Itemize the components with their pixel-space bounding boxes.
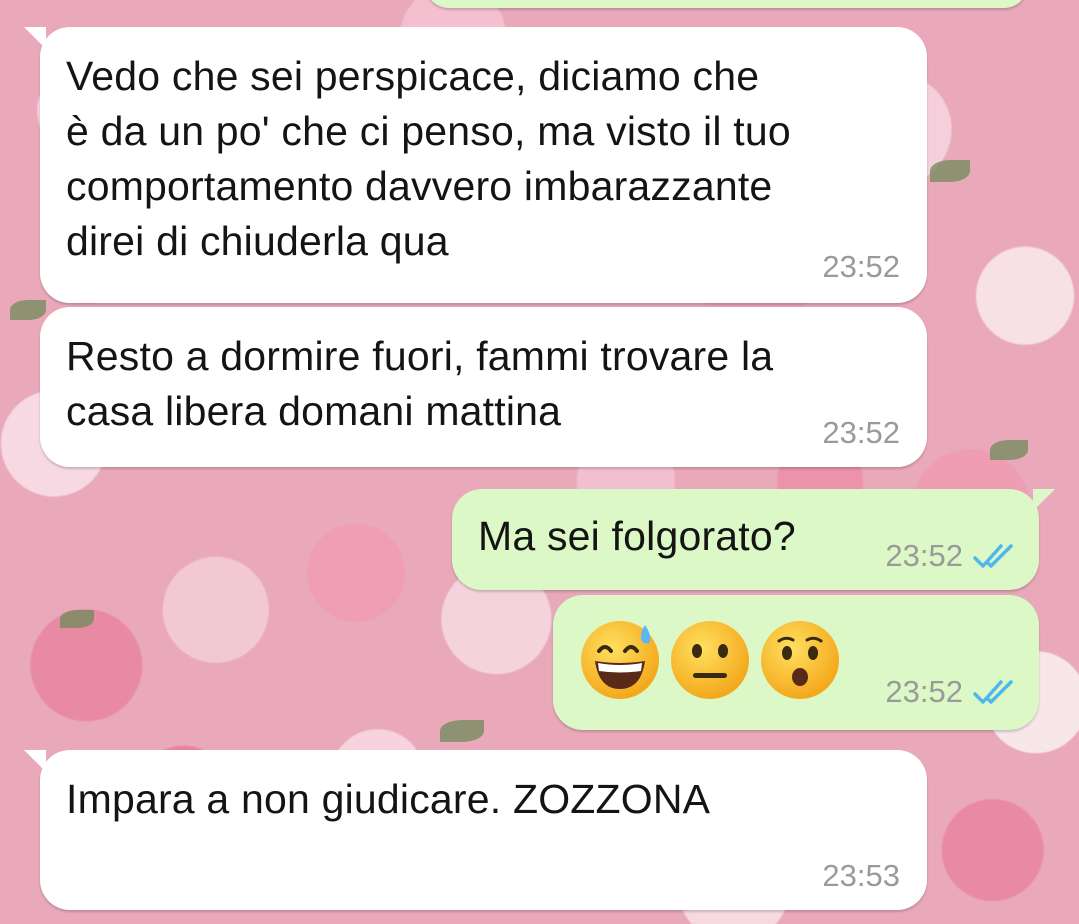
message-bubble-outgoing-partial[interactable] xyxy=(425,0,1028,8)
message-bubble-outgoing[interactable]: 23:52 xyxy=(553,595,1039,730)
double-check-icon xyxy=(973,680,1013,704)
message-time: 23:52 xyxy=(822,249,900,284)
message-bubble-incoming[interactable]: Impara a non giudicare. ZOZZONA 23:53 xyxy=(24,750,927,910)
message-bubble-incoming[interactable]: Vedo che sei perspicace, diciamo che è d… xyxy=(24,27,927,303)
grinning-face-with-sweat-icon xyxy=(581,621,659,699)
message-bubble-outgoing[interactable]: Ma sei folgorato? 23:52 xyxy=(452,489,1055,590)
double-check-icon xyxy=(973,544,1013,568)
message-time: 23:53 xyxy=(822,858,900,893)
message-text: Ma sei folgorato? xyxy=(478,513,796,559)
neutral-face-icon xyxy=(671,621,749,699)
message-time: 23:52 xyxy=(885,674,1017,710)
message-bubble-incoming[interactable]: Resto a dormire fuori, fammi trovare la … xyxy=(40,307,927,467)
hushed-face-icon xyxy=(761,621,839,699)
message-time: 23:52 xyxy=(822,415,900,450)
wallpaper-leaf xyxy=(60,610,94,628)
wallpaper-leaf xyxy=(440,720,484,742)
emoji-row xyxy=(579,619,841,701)
message-text: Impara a non giudicare. ZOZZONA xyxy=(66,776,711,822)
message-text: Vedo che sei perspicace, diciamo che è d… xyxy=(66,53,791,264)
message-text: Resto a dormire fuori, fammi trovare la … xyxy=(66,333,774,434)
wallpaper-leaf xyxy=(930,160,970,182)
message-time: 23:52 xyxy=(885,538,1017,574)
wallpaper-leaf xyxy=(990,440,1028,460)
wallpaper-leaf xyxy=(10,300,46,320)
